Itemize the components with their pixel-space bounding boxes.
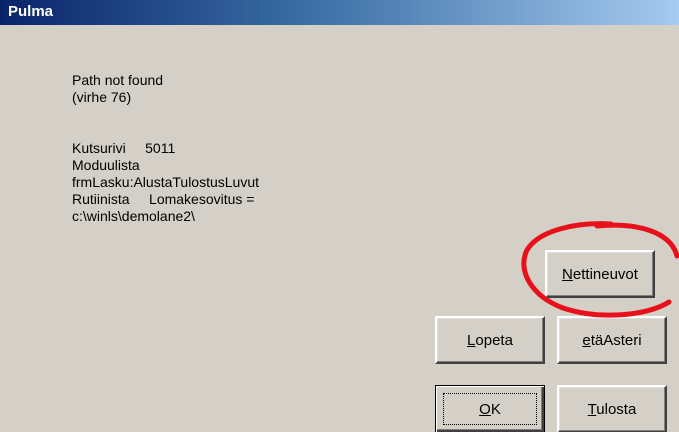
call-line: Kutsurivi 5011: [72, 140, 176, 156]
focus-rectangle: [443, 393, 537, 425]
module-label: Moduulista: [72, 157, 140, 173]
module-name: frmLasku:AlustaTulostusLuvut: [72, 174, 260, 190]
tulosta-button[interactable]: Tulosta: [557, 385, 667, 432]
window-title: Pulma: [8, 3, 54, 20]
error-dialog: Pulma Path not found (virhe 76) Kutsuriv…: [0, 0, 679, 432]
path-value: c:\winls\demolane2\: [72, 208, 195, 224]
etaasteri-button[interactable]: etäAsteri: [557, 316, 667, 364]
error-text: Path not found: [72, 72, 164, 88]
tulosta-label: Tulosta: [587, 400, 637, 418]
lopeta-button[interactable]: Lopeta: [435, 316, 545, 364]
routine-line: Rutiinista Lomakesovitus =: [72, 191, 255, 207]
etaasteri-label: etäAsteri: [582, 331, 642, 349]
title-bar[interactable]: Pulma: [0, 0, 679, 25]
error-code: (virhe 76): [72, 89, 132, 105]
ok-button[interactable]: OK: [435, 385, 545, 432]
lopeta-label: Lopeta: [467, 331, 513, 349]
nettineuvot-button[interactable]: Nettineuvot: [545, 250, 655, 298]
nettineuvot-label: Nettineuvot: [562, 265, 638, 283]
